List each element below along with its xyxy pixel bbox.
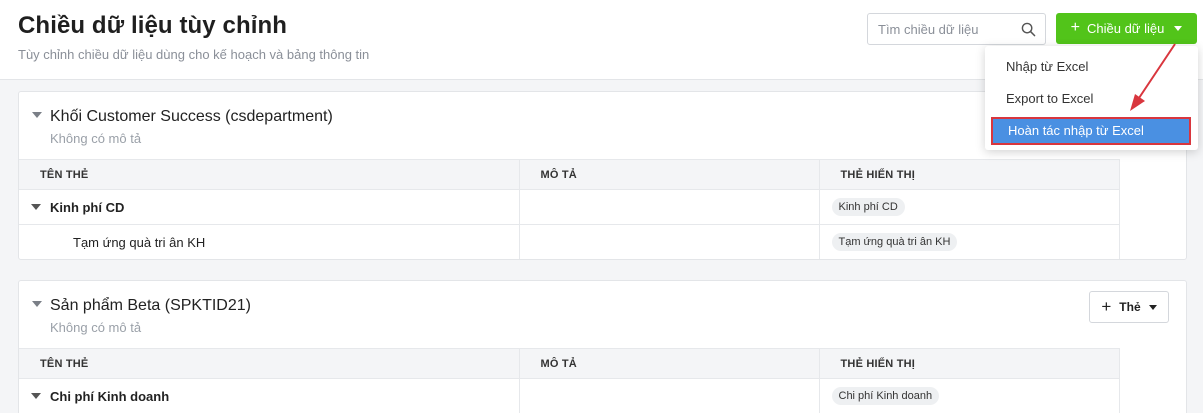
- display-tag-cell: Kinh phí CD: [819, 189, 1120, 225]
- tag-name: Kinh phí CD: [50, 199, 125, 215]
- tag-name-cell: Tạm ứng quà tri ân KH: [19, 224, 520, 259]
- add-dimension-button[interactable]: + Chiều dữ liệu: [1056, 13, 1197, 44]
- page: Chiều dữ liệu tùy chỉnh Tùy chỉnh chiều …: [0, 0, 1203, 413]
- display-tag-cell: Tạm ứng quà tri ân KH: [819, 224, 1120, 259]
- tag-name-cell: Chi phí Kinh doanh: [19, 378, 520, 413]
- group-title: Sản phẩm Beta (SPKTID21): [50, 297, 251, 314]
- dimension-group-card: Sản phẩm Beta (SPKTID21) Không có mô tả …: [18, 280, 1187, 413]
- display-tag-pill: Chi phí Kinh doanh: [831, 387, 940, 406]
- display-tag-pill: Tạm ứng quà tri ân KH: [831, 233, 958, 252]
- table-row[interactable]: Kinh phí CD Kinh phí CD: [19, 189, 1120, 225]
- plus-icon: +: [1101, 296, 1112, 316]
- plus-icon: +: [1070, 18, 1080, 36]
- group-title: Khối Customer Success (csdepartment): [50, 108, 333, 125]
- search-box[interactable]: [867, 13, 1046, 45]
- tag-table: TÊN THẺ MÔ TẢ THẺ HIỂN THỊ Kinh phí CD K…: [19, 159, 1120, 259]
- group-header: Sản phẩm Beta (SPKTID21) Không có mô tả …: [19, 281, 1186, 348]
- add-tag-button[interactable]: + Thẻ: [1089, 291, 1169, 323]
- page-title: Chiều dữ liệu tùy chỉnh: [18, 12, 288, 39]
- dimension-dropdown-menu: Nhập từ Excel Export to Excel Hoàn tác n…: [985, 46, 1198, 150]
- tag-description-cell: [519, 378, 820, 413]
- display-tag-cell: Chi phí Kinh doanh: [819, 378, 1120, 413]
- group-description: Không có mô tả: [50, 131, 142, 146]
- collapse-caret-icon[interactable]: [32, 112, 42, 118]
- collapse-caret-icon[interactable]: [32, 301, 42, 307]
- menu-item-undo-import-excel[interactable]: Hoàn tác nhập từ Excel: [991, 117, 1191, 145]
- column-header-description: MÔ TẢ: [519, 159, 820, 190]
- group-description: Không có mô tả: [50, 320, 142, 335]
- search-input[interactable]: [868, 14, 1018, 44]
- column-header-description: MÔ TẢ: [519, 348, 820, 379]
- caret-down-icon: [1174, 26, 1183, 31]
- tag-description-cell: [519, 189, 820, 225]
- search-icon[interactable]: [1021, 22, 1036, 37]
- column-header-display-tag: THẺ HIỂN THỊ: [819, 159, 1120, 190]
- column-header-display-tag: THẺ HIỂN THỊ: [819, 348, 1120, 379]
- tag-description-cell: [519, 224, 820, 259]
- display-tag-pill: Kinh phí CD: [831, 198, 905, 216]
- table-header-row: TÊN THẺ MÔ TẢ THẺ HIỂN THỊ: [19, 159, 1120, 190]
- caret-down-icon: [1148, 304, 1157, 310]
- column-header-tag-name: TÊN THẺ: [19, 159, 520, 190]
- column-header-tag-name: TÊN THẺ: [19, 348, 520, 379]
- table-row[interactable]: Chi phí Kinh doanh Chi phí Kinh doanh: [19, 378, 1120, 413]
- row-caret-icon[interactable]: [31, 393, 41, 400]
- tag-table: TÊN THẺ MÔ TẢ THẺ HIỂN THỊ Chi phí Kinh …: [19, 348, 1120, 413]
- table-row[interactable]: Tạm ứng quà tri ân KH Tạm ứng quà tri ân…: [19, 224, 1120, 259]
- add-tag-button-label: Thẻ: [1119, 300, 1141, 314]
- page-subtitle: Tùy chỉnh chiều dữ liệu dùng cho kế hoạc…: [18, 47, 370, 62]
- add-dimension-button-label: Chiều dữ liệu: [1086, 21, 1165, 36]
- row-caret-icon[interactable]: [31, 204, 41, 211]
- tag-name: Chi phí Kinh doanh: [50, 388, 170, 404]
- table-header-row: TÊN THẺ MÔ TẢ THẺ HIỂN THỊ: [19, 348, 1120, 379]
- tag-name-cell: Kinh phí CD: [19, 189, 520, 225]
- menu-item-import-excel[interactable]: Nhập từ Excel: [985, 52, 1198, 82]
- menu-item-export-excel[interactable]: Export to Excel: [985, 84, 1198, 114]
